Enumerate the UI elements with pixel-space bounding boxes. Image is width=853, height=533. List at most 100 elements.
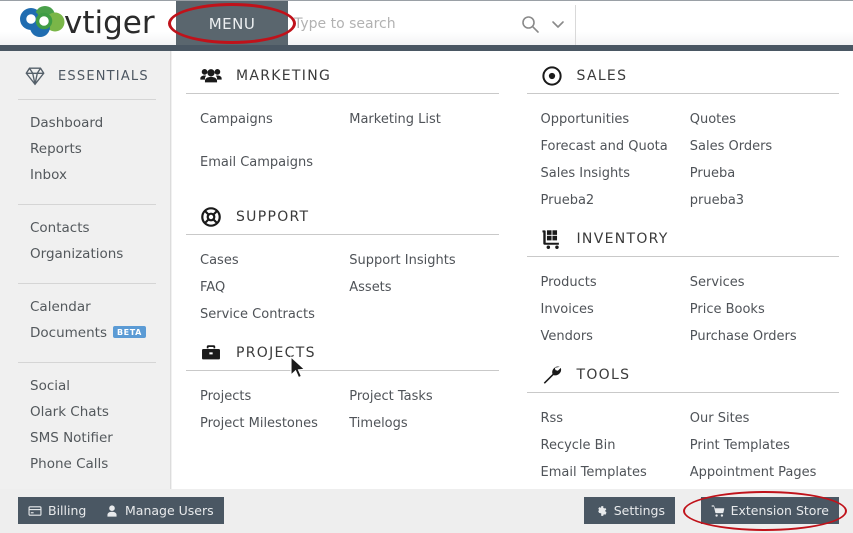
- section-header: SALES: [527, 51, 840, 94]
- billing-label: Billing: [48, 503, 86, 518]
- menu-link-print-templates[interactable]: Print Templates: [690, 432, 839, 459]
- menu-link-faq[interactable]: FAQ: [200, 274, 349, 301]
- menu-link-service-contracts[interactable]: Service Contracts: [200, 301, 349, 328]
- top-header-bar: vtiger MENU: [0, 0, 853, 45]
- sidebar-group-1: Dashboard Reports Inbox: [0, 100, 170, 198]
- vtiger-logo[interactable]: vtiger: [14, 4, 164, 42]
- section-marketing: MARKETING Campaigns Marketing List Email…: [186, 51, 499, 192]
- wrench-icon: [541, 364, 563, 386]
- menu-link-projects[interactable]: Projects: [200, 383, 349, 410]
- section-header: MARKETING: [186, 51, 499, 94]
- section-title: MARKETING: [236, 68, 331, 84]
- menu-link-project-milestones[interactable]: Project Milestones: [200, 410, 349, 437]
- menu-link-prueba2[interactable]: Prueba2: [541, 187, 690, 214]
- sidebar-group-3: Calendar DocumentsBETA: [0, 284, 170, 356]
- menu-link-sales-orders[interactable]: Sales Orders: [690, 133, 839, 160]
- sidebar-item-documents[interactable]: DocumentsBETA: [0, 320, 170, 346]
- footer-bar: Billing Manage Users Settings Extension …: [0, 489, 853, 533]
- menu-button[interactable]: MENU: [176, 1, 288, 46]
- sidebar-header-essentials: ESSENTIALS: [0, 51, 170, 93]
- sidebar-item-calendar[interactable]: Calendar: [0, 294, 170, 320]
- menu-link-campaigns[interactable]: Campaigns: [200, 106, 349, 149]
- sidebar-item-dashboard[interactable]: Dashboard: [0, 110, 170, 136]
- section-inventory: INVENTORY Products Services Invoices Pri…: [527, 214, 840, 350]
- menu-link-email-templates[interactable]: Email Templates: [541, 459, 690, 486]
- menu-link-purchase-orders[interactable]: Purchase Orders: [690, 323, 839, 350]
- sidebar-item-olark-chats[interactable]: Olark Chats: [0, 399, 170, 425]
- menu-link-quotes[interactable]: Quotes: [690, 106, 839, 133]
- menu-link-forecast-and-quota[interactable]: Forecast and Quota: [541, 133, 690, 160]
- briefcase-icon: [200, 342, 222, 364]
- billing-button[interactable]: Billing: [18, 497, 96, 524]
- menu-link-recycle-bin[interactable]: Recycle Bin: [541, 432, 690, 459]
- section-projects: PROJECTS Projects Project Tasks Project …: [186, 328, 499, 437]
- menu-link-price-books[interactable]: Price Books: [690, 296, 839, 323]
- sidebar-group-4: Social Olark Chats SMS Notifier Phone Ca…: [0, 363, 170, 487]
- diamond-icon: [24, 65, 46, 87]
- menu-button-label: MENU: [209, 15, 256, 33]
- menu-link-opportunities[interactable]: Opportunities: [541, 106, 690, 133]
- cart-load-icon: [541, 228, 563, 250]
- settings-button[interactable]: Settings: [584, 497, 675, 524]
- vtiger-logo-mark: vtiger: [14, 5, 164, 41]
- menu-link-support-insights[interactable]: Support Insights: [349, 247, 498, 274]
- section-links: Campaigns Marketing List Email Campaigns: [186, 94, 499, 192]
- settings-label: Settings: [614, 503, 665, 518]
- global-search: [292, 1, 575, 46]
- menu-link-rss[interactable]: Rss: [541, 405, 690, 432]
- section-tools: TOOLS Rss Our Sites Recycle Bin Print Te…: [527, 350, 840, 486]
- section-links: Projects Project Tasks Project Milestone…: [186, 371, 499, 437]
- section-title: TOOLS: [577, 367, 631, 383]
- header-divider: [575, 5, 576, 45]
- menu-link-timelogs[interactable]: Timelogs: [349, 410, 498, 437]
- section-header: TOOLS: [527, 350, 840, 393]
- section-header: SUPPORT: [186, 192, 499, 235]
- section-title: SALES: [577, 68, 628, 84]
- section-links: Opportunities Quotes Forecast and Quota …: [527, 94, 840, 214]
- extension-store-label: Extension Store: [731, 503, 829, 518]
- menu-link-products[interactable]: Products: [541, 269, 690, 296]
- extension-store-button[interactable]: Extension Store: [701, 497, 839, 524]
- menu-link-vendors[interactable]: Vendors: [541, 323, 690, 350]
- menu-link-sales-insights[interactable]: Sales Insights: [541, 160, 690, 187]
- sidebar-item-social[interactable]: Social: [0, 373, 170, 399]
- menu-link-cases[interactable]: Cases: [200, 247, 349, 274]
- menu-link-our-sites[interactable]: Our Sites: [690, 405, 839, 432]
- section-title: SUPPORT: [236, 209, 309, 225]
- bullseye-icon: [541, 65, 563, 87]
- section-header: PROJECTS: [186, 328, 499, 371]
- chevron-down-icon[interactable]: [550, 16, 566, 32]
- section-links: Products Services Invoices Price Books V…: [527, 257, 840, 350]
- gear-icon: [594, 504, 608, 518]
- section-links: Cases Support Insights FAQ Assets Servic…: [186, 235, 499, 328]
- menu-link-services[interactable]: Services: [690, 269, 839, 296]
- sidebar-item-contacts[interactable]: Contacts: [0, 215, 170, 241]
- menu-column-left: MARKETING Campaigns Marketing List Email…: [172, 51, 513, 486]
- sidebar-item-inbox[interactable]: Inbox: [0, 162, 170, 188]
- search-icon[interactable]: [520, 14, 540, 34]
- sidebar-item-sms-notifier[interactable]: SMS Notifier: [0, 425, 170, 451]
- menu-link-prueba3[interactable]: prueba3: [690, 187, 839, 214]
- menu-link-project-tasks[interactable]: Project Tasks: [349, 383, 498, 410]
- sidebar-item-organizations[interactable]: Organizations: [0, 241, 170, 267]
- menu-link-invoices[interactable]: Invoices: [541, 296, 690, 323]
- sidebar-item-phone-calls[interactable]: Phone Calls: [0, 451, 170, 477]
- section-header: INVENTORY: [527, 214, 840, 257]
- vtiger-crm-window: vtiger MENU: [0, 0, 853, 533]
- section-links: Rss Our Sites Recycle Bin Print Template…: [527, 393, 840, 486]
- section-sales: SALES Opportunities Quotes Forecast and …: [527, 51, 840, 214]
- sidebar-group-2: Contacts Organizations: [0, 205, 170, 277]
- shopping-cart-icon: [711, 504, 725, 518]
- menu-link-prueba[interactable]: Prueba: [690, 160, 839, 187]
- menu-link-email-campaigns[interactable]: Email Campaigns: [200, 149, 349, 192]
- user-icon: [105, 504, 119, 518]
- menu-link-appointment-pages[interactable]: Appointment Pages: [690, 459, 839, 486]
- manage-users-button[interactable]: Manage Users: [95, 497, 224, 524]
- menu-link-assets[interactable]: Assets: [349, 274, 498, 301]
- lifebuoy-icon: [200, 206, 222, 228]
- beta-badge: BETA: [113, 326, 146, 338]
- sidebar-item-reports[interactable]: Reports: [0, 136, 170, 162]
- menu-link-marketing-list[interactable]: Marketing List: [349, 106, 498, 149]
- section-support: SUPPORT Cases Support Insights FAQ Asset…: [186, 192, 499, 328]
- search-input[interactable]: [292, 11, 522, 37]
